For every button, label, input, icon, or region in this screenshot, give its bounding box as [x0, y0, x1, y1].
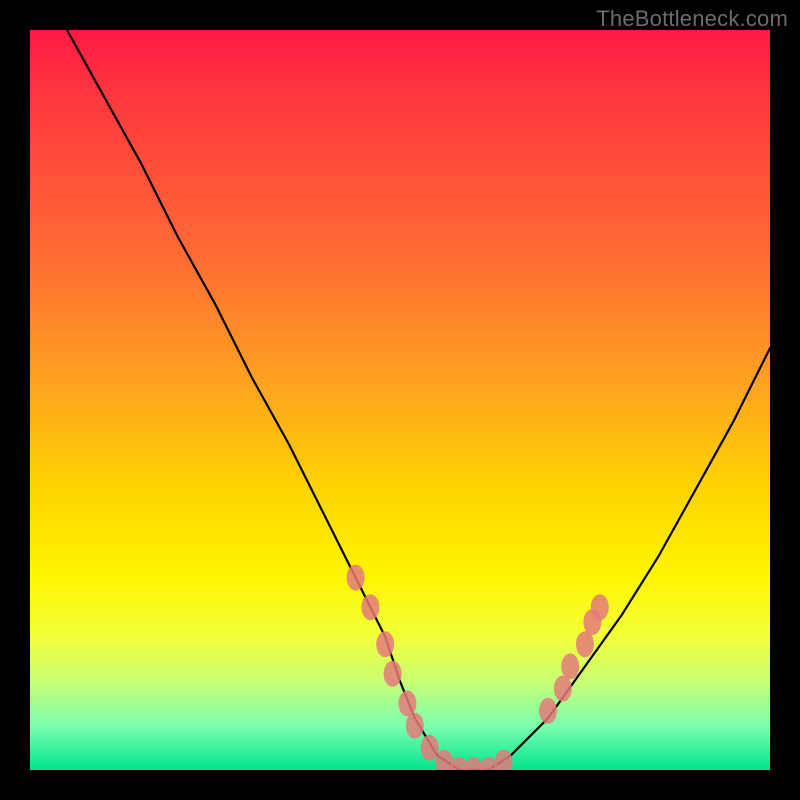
curve-marker: [361, 594, 379, 620]
curve-marker: [384, 661, 402, 687]
curve-marker: [576, 631, 594, 657]
curve-marker: [554, 676, 572, 702]
curve-marker: [376, 631, 394, 657]
curve-marker: [421, 735, 439, 761]
plot-area: [30, 30, 770, 770]
curve-marker: [398, 690, 416, 716]
curve-marker: [539, 698, 557, 724]
bottleneck-curve: [67, 30, 770, 770]
curve-marker: [406, 713, 424, 739]
curve-marker: [561, 653, 579, 679]
marker-group: [347, 565, 609, 770]
curve-marker: [347, 565, 365, 591]
watermark-text: TheBottleneck.com: [596, 6, 788, 32]
curve-svg: [30, 30, 770, 770]
curve-marker: [495, 750, 513, 770]
curve-marker: [591, 594, 609, 620]
chart-frame: TheBottleneck.com: [0, 0, 800, 800]
